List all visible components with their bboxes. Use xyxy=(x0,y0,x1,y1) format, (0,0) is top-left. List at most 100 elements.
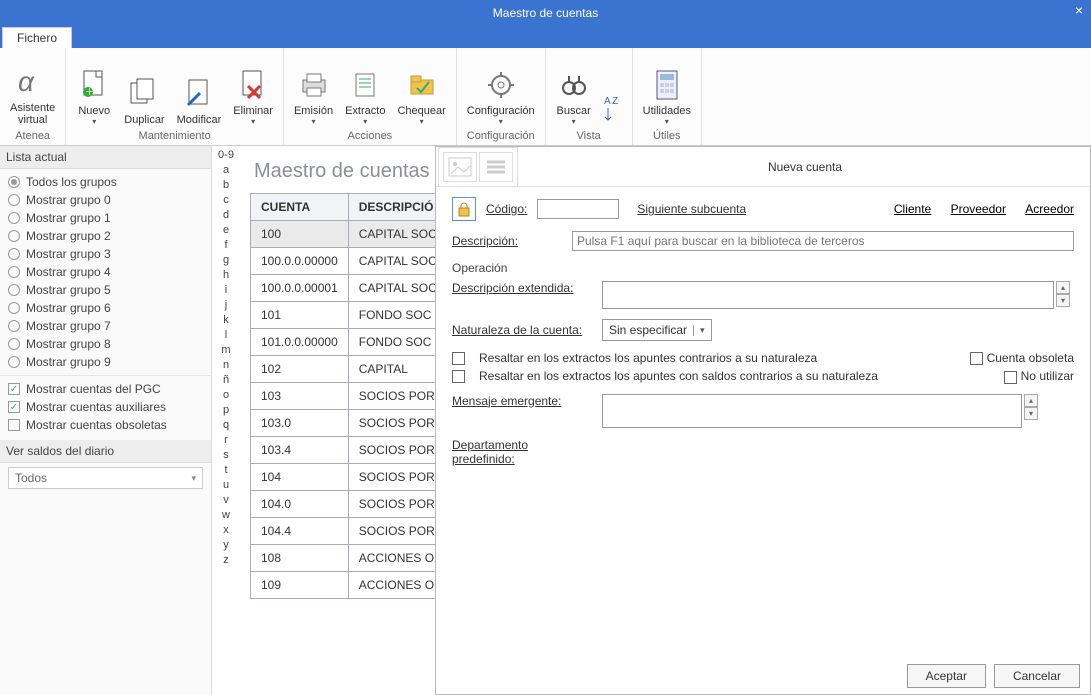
table-row[interactable]: 101FONDO SOC xyxy=(251,302,448,329)
ribbon-utilidades[interactable]: Utilidades▾ xyxy=(637,63,697,128)
table-row[interactable]: 103SOCIOS POR xyxy=(251,383,448,410)
radio-0[interactable]: Todos los grupos xyxy=(0,173,211,191)
mensaje-label: Mensaje emergente: xyxy=(452,394,592,408)
ribbon-asistente-virtual[interactable]: α Asistentevirtual xyxy=(4,60,61,128)
image-placeholder-button[interactable] xyxy=(443,152,477,182)
alpha-e[interactable]: e xyxy=(223,223,229,238)
alpha-k[interactable]: k xyxy=(223,313,229,328)
list-placeholder-button[interactable] xyxy=(479,152,513,182)
radio-10[interactable]: Mostrar grupo 9 xyxy=(0,353,211,371)
alpha-u[interactable]: u xyxy=(223,478,229,493)
ribbon-buscar[interactable]: Buscar▾ xyxy=(550,63,598,128)
link-cliente[interactable]: Cliente xyxy=(894,202,931,216)
col-cuenta[interactable]: CUENTA xyxy=(251,194,349,221)
chk-resaltar-contrarios[interactable] xyxy=(452,352,465,365)
alpha-v[interactable]: v xyxy=(223,493,229,508)
alpha-n[interactable]: n xyxy=(223,358,229,373)
tab-fichero[interactable]: Fichero xyxy=(2,27,72,48)
ribbon-chequear[interactable]: Chequear▾ xyxy=(391,63,451,128)
alpha-w[interactable]: w xyxy=(222,508,230,523)
departamento-link[interactable]: Departamento predefinido: xyxy=(452,438,592,466)
alpha-b[interactable]: b xyxy=(223,178,229,193)
spinner[interactable]: ▴▾ xyxy=(1024,394,1038,420)
radio-5[interactable]: Mostrar grupo 4 xyxy=(0,263,211,281)
table-row[interactable]: 100.0.0.00001CAPITAL SOC xyxy=(251,275,448,302)
alpha-a[interactable]: a xyxy=(223,163,229,178)
ribbon-modificar[interactable]: Modificar xyxy=(171,72,228,128)
ribbon-eliminar[interactable]: Eliminar▾ xyxy=(227,63,279,128)
table-row[interactable]: 104.0SOCIOS POR xyxy=(251,491,448,518)
check-2[interactable]: Mostrar cuentas obsoletas xyxy=(0,416,211,434)
descripcion-input[interactable] xyxy=(572,231,1074,251)
alpha-t[interactable]: t xyxy=(224,463,227,478)
alpha-ñ[interactable]: ñ xyxy=(223,373,229,388)
table-row[interactable]: 100CAPITAL SOC xyxy=(251,221,448,248)
radio-1[interactable]: Mostrar grupo 0 xyxy=(0,191,211,209)
check-0[interactable]: Mostrar cuentas del PGC xyxy=(0,380,211,398)
radio-3[interactable]: Mostrar grupo 2 xyxy=(0,227,211,245)
alpha-r[interactable]: r xyxy=(224,433,228,448)
ribbon-duplicar[interactable]: Duplicar xyxy=(118,72,170,128)
alpha-j[interactable]: j xyxy=(225,298,227,313)
ribbon-sort[interactable]: AZ xyxy=(598,86,628,128)
col-descripcion[interactable]: DESCRIPCIÓ xyxy=(348,194,447,221)
table-row[interactable]: 108ACCIONES O xyxy=(251,545,448,572)
chk-noutilizar[interactable] xyxy=(1004,371,1017,384)
cancelar-button[interactable]: Cancelar xyxy=(994,664,1080,688)
alpha-d[interactable]: d xyxy=(223,208,229,223)
table-row[interactable]: 103.0SOCIOS POR xyxy=(251,410,448,437)
spinner[interactable]: ▴▾ xyxy=(1056,281,1070,307)
aceptar-button[interactable]: Aceptar xyxy=(907,664,986,688)
alpha-m[interactable]: m xyxy=(221,343,230,358)
ribbon-extracto[interactable]: Extracto▾ xyxy=(339,63,391,128)
cell-cuenta: 101.0.0.00000 xyxy=(251,329,349,356)
radio-2[interactable]: Mostrar grupo 1 xyxy=(0,209,211,227)
alpha-y[interactable]: y xyxy=(223,538,229,553)
close-icon[interactable]: × xyxy=(1075,2,1083,18)
radio-4[interactable]: Mostrar grupo 3 xyxy=(0,245,211,263)
table-row[interactable]: 103.4SOCIOS POR xyxy=(251,437,448,464)
chevron-down-icon: ▾ xyxy=(191,473,196,484)
alpha-h[interactable]: h xyxy=(223,268,229,283)
mensaje-input[interactable] xyxy=(602,394,1022,428)
link-acreedor[interactable]: Acreedor xyxy=(1025,202,1074,216)
chk-obsoleta[interactable] xyxy=(970,352,983,365)
alpha-z[interactable]: z xyxy=(223,553,229,568)
radio-label: Mostrar grupo 8 xyxy=(26,337,111,351)
alpha-0-9[interactable]: 0-9 xyxy=(218,148,234,163)
codigo-input[interactable] xyxy=(537,199,619,219)
alpha-s[interactable]: s xyxy=(223,448,229,463)
lock-icon[interactable] xyxy=(452,197,476,221)
cell-desc: SOCIOS POR xyxy=(348,410,447,437)
check-1[interactable]: Mostrar cuentas auxiliares xyxy=(0,398,211,416)
radio-label: Mostrar grupo 7 xyxy=(26,319,111,333)
table-row[interactable]: 102CAPITAL xyxy=(251,356,448,383)
alpha-i[interactable]: i xyxy=(225,283,227,298)
desc-ext-input[interactable] xyxy=(602,281,1054,309)
alpha-x[interactable]: x xyxy=(223,523,229,538)
ribbon-emision[interactable]: Emisión▾ xyxy=(288,63,339,128)
chk-resaltar-saldos[interactable] xyxy=(452,370,465,383)
alpha-c[interactable]: c xyxy=(223,193,229,208)
naturaleza-select[interactable]: Sin especificar ▾ xyxy=(602,319,712,341)
radio-7[interactable]: Mostrar grupo 6 xyxy=(0,299,211,317)
table-row[interactable]: 104SOCIOS POR xyxy=(251,464,448,491)
radio-6[interactable]: Mostrar grupo 5 xyxy=(0,281,211,299)
ribbon-nuevo[interactable]: ＋ Nuevo▾ xyxy=(70,63,118,128)
alpha-l[interactable]: l xyxy=(225,328,227,343)
radio-9[interactable]: Mostrar grupo 8 xyxy=(0,335,211,353)
link-proveedor[interactable]: Proveedor xyxy=(951,202,1006,216)
table-row[interactable]: 104.4SOCIOS POR xyxy=(251,518,448,545)
alpha-o[interactable]: o xyxy=(223,388,229,403)
diario-select[interactable]: Todos ▾ xyxy=(8,467,203,489)
table-row[interactable]: 109ACCIONES O xyxy=(251,572,448,599)
alpha-q[interactable]: q xyxy=(223,418,229,433)
alpha-f[interactable]: f xyxy=(224,238,227,253)
table-row[interactable]: 100.0.0.00000CAPITAL SOC xyxy=(251,248,448,275)
table-row[interactable]: 101.0.0.00000FONDO SOC xyxy=(251,329,448,356)
radio-8[interactable]: Mostrar grupo 7 xyxy=(0,317,211,335)
alpha-p[interactable]: p xyxy=(223,403,229,418)
siguiente-subcuenta-link[interactable]: Siguiente subcuenta xyxy=(637,202,746,216)
alpha-g[interactable]: g xyxy=(223,253,229,268)
ribbon-configuracion[interactable]: Configuración▾ xyxy=(461,63,541,128)
